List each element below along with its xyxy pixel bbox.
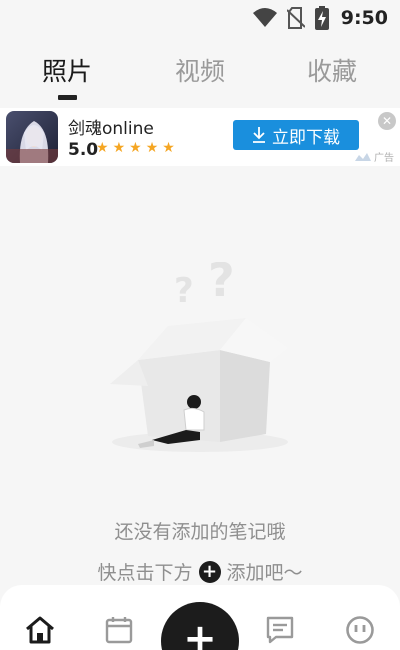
profile-icon: [346, 616, 374, 644]
ad-app-title: 剑魂online: [68, 119, 154, 139]
star-icon: ★: [162, 140, 175, 156]
svg-text:?: ?: [174, 271, 194, 311]
no-sim-icon: [286, 7, 305, 29]
star-icon: ★: [129, 140, 142, 156]
ad-network-icon: [355, 152, 371, 161]
nav-notes[interactable]: [263, 613, 297, 647]
empty-state-message: 还没有添加的笔记哦: [114, 521, 286, 543]
download-icon: [253, 127, 265, 143]
ad-download-label: 立即下载: [272, 127, 340, 148]
add-icon: +: [183, 616, 217, 650]
home-icon: [26, 616, 54, 644]
ad-banner[interactable]: 剑魂online 5.0 ★ ★ ★ ★ ★ 立即下载 ✕ 广告: [0, 108, 400, 166]
ad-download-button[interactable]: 立即下载: [233, 120, 359, 150]
notes-icon: [266, 616, 294, 644]
plus-icon: +: [198, 560, 221, 583]
ad-tag-label: 广告: [374, 153, 394, 164]
wifi-icon: [252, 8, 277, 28]
empty-state-hint: 快点击下方 + 添加吧～: [0, 558, 400, 585]
tab-videos[interactable]: 视频: [145, 52, 255, 92]
ad-close-icon[interactable]: ✕: [378, 112, 396, 130]
star-icon: ★: [112, 140, 126, 156]
star-icon: ★: [96, 140, 109, 156]
nav-home[interactable]: [23, 613, 57, 647]
battery-charging-icon: [314, 6, 329, 30]
star-icon: ★: [145, 140, 159, 156]
nav-profile[interactable]: [343, 613, 377, 647]
status-time: 9:50: [340, 7, 388, 29]
empty-box-illustration: ? ?: [108, 253, 298, 462]
svg-text:?: ?: [208, 262, 235, 307]
tab-favorites[interactable]: 收藏: [277, 52, 387, 92]
ad-app-thumbnail[interactable]: [6, 111, 58, 163]
ad-tag: 广告: [355, 149, 394, 164]
ad-star-rating: ★ ★ ★ ★ ★: [96, 138, 175, 158]
empty-state-hint-before: 快点击下方: [97, 562, 193, 584]
nav-calendar[interactable]: [102, 613, 136, 647]
active-tab-indicator: [58, 95, 77, 100]
ad-rating-value: 5.0: [68, 140, 99, 160]
status-bar: 9:50: [0, 0, 400, 36]
calendar-icon: [105, 617, 133, 644]
empty-state-hint-after: 添加吧～: [226, 562, 303, 584]
tab-photos[interactable]: 照片: [12, 52, 122, 92]
